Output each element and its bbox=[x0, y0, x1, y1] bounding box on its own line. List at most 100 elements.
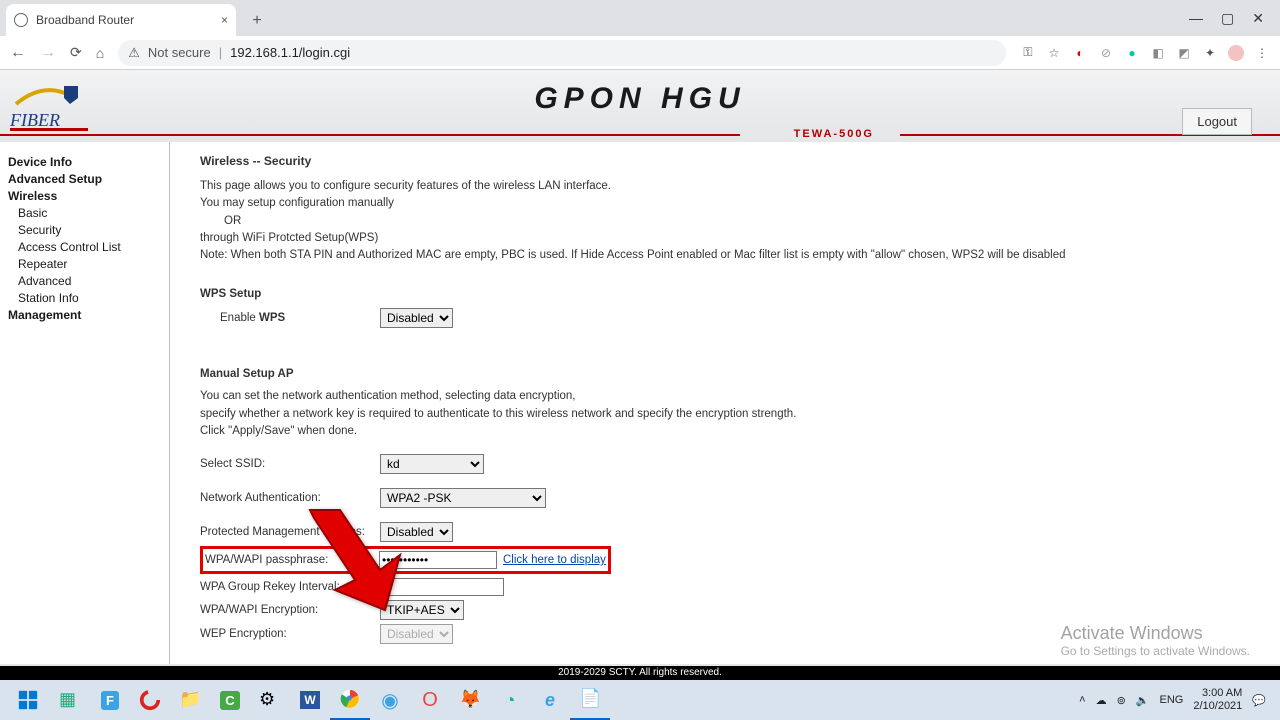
pmf-select[interactable]: Disabled bbox=[380, 522, 453, 542]
minimize-icon[interactable]: — bbox=[1189, 10, 1203, 26]
auth-label: Network Authentication: bbox=[200, 492, 380, 504]
taskbar-edge-icon[interactable]: ◔ bbox=[490, 680, 530, 720]
wpa-enc-label: WPA/WAPI Encryption: bbox=[200, 604, 380, 616]
tray-onedrive-icon[interactable]: ☁ bbox=[1096, 694, 1107, 707]
rekey-input[interactable] bbox=[380, 578, 504, 596]
taskbar-ccleaner-icon[interactable] bbox=[130, 680, 170, 720]
wep-label: WEP Encryption: bbox=[200, 628, 380, 640]
desc-line: This page allows you to configure securi… bbox=[200, 178, 1250, 195]
wpa-encryption-select[interactable]: TKIP+AES bbox=[380, 600, 464, 620]
sidebar-nav: Device Info Advanced Setup Wireless Basi… bbox=[0, 142, 170, 664]
tab-strip: Broadband Router × + — ▢ ✕ bbox=[0, 0, 1280, 36]
desc-line: Click "Apply/Save" when done. bbox=[200, 423, 1250, 440]
address-bar[interactable]: ⚠ Not secure | 192.168.1.1/login.cgi bbox=[118, 40, 1006, 66]
taskbar-notepad-icon[interactable]: 📄 bbox=[570, 680, 610, 720]
taskbar-chrome-icon[interactable] bbox=[330, 680, 370, 720]
wps-setup-heading: WPS Setup bbox=[200, 288, 1250, 300]
bookmark-star-icon[interactable]: ☆ bbox=[1046, 45, 1062, 61]
taskbar-clock[interactable]: 3:00 AM 2/10/2021 bbox=[1193, 687, 1242, 713]
taskbar-calculator-icon[interactable]: ▦ bbox=[50, 680, 90, 720]
new-tab-button[interactable]: + bbox=[248, 12, 266, 30]
pmf-label: Protected Management Frames: bbox=[200, 526, 380, 538]
page-header: FIBER GPON HGU TEWA-500G Logout bbox=[0, 70, 1280, 140]
desc-line: through WiFi Protcted Setup(WPS) bbox=[200, 230, 1250, 247]
taskbar-explorer-icon[interactable]: 📁 bbox=[170, 680, 210, 720]
tray-wifi-icon[interactable]: ⊚ bbox=[1117, 694, 1126, 707]
not-secure-icon: ⚠ bbox=[128, 45, 140, 61]
taskbar-camtasia-icon[interactable]: C bbox=[210, 680, 250, 720]
enable-wps-select[interactable]: Disabled bbox=[380, 308, 453, 328]
display-passphrase-link[interactable]: Click here to display bbox=[503, 554, 606, 566]
enable-wps-label: Enable WPS bbox=[200, 312, 380, 324]
not-secure-label: Not secure bbox=[148, 45, 211, 60]
sidebar-item-device-info[interactable]: Device Info bbox=[8, 155, 161, 169]
system-tray: ˄ ☁ ⊚ 🔈 ENG 3:00 AM 2/10/2021 💬 bbox=[1079, 687, 1274, 713]
close-tab-icon[interactable]: × bbox=[221, 13, 228, 27]
tray-notifications-icon[interactable]: 💬 bbox=[1252, 694, 1266, 707]
extension-icon-3[interactable]: ● bbox=[1124, 45, 1140, 61]
home-icon[interactable]: ⌂ bbox=[96, 45, 104, 61]
passphrase-input[interactable] bbox=[379, 551, 497, 569]
fiber-logo: FIBER bbox=[6, 74, 96, 134]
network-auth-select[interactable]: WPA2 -PSK bbox=[380, 488, 546, 508]
wep-encryption-select: Disabled bbox=[380, 624, 453, 644]
profile-avatar[interactable] bbox=[1228, 45, 1244, 61]
url-text: 192.168.1.1/login.cgi bbox=[230, 45, 350, 60]
tray-volume-icon[interactable]: 🔈 bbox=[1136, 694, 1150, 707]
desc-line: You may setup configuration manually bbox=[200, 195, 1250, 212]
desc-line: OR bbox=[200, 213, 1250, 230]
sidebar-item-advanced-setup[interactable]: Advanced Setup bbox=[8, 172, 161, 186]
clock-time: 3:00 AM bbox=[1193, 687, 1242, 700]
tab-title: Broadband Router bbox=[36, 13, 134, 27]
sidebar-item-repeater[interactable]: Repeater bbox=[18, 257, 161, 271]
back-icon[interactable]: ← bbox=[10, 44, 26, 62]
tray-language[interactable]: ENG bbox=[1160, 694, 1184, 706]
taskbar-word-icon[interactable]: W bbox=[290, 680, 330, 720]
router-page: FIBER GPON HGU TEWA-500G Logout Device I… bbox=[0, 70, 1280, 680]
maximize-icon[interactable]: ▢ bbox=[1221, 10, 1234, 27]
taskbar-firefox-icon[interactable]: 🦊 bbox=[450, 680, 490, 720]
sidebar-item-wireless[interactable]: Wireless bbox=[8, 189, 161, 203]
clock-date: 2/10/2021 bbox=[1193, 700, 1242, 713]
taskbar-opera-icon[interactable]: O bbox=[410, 680, 450, 720]
taskbar-ie-icon[interactable]: e bbox=[530, 680, 570, 720]
extension-icon-1[interactable]: ◐ bbox=[1072, 45, 1088, 61]
desc-line: You can set the network authentication m… bbox=[200, 388, 1250, 405]
forward-icon[interactable]: → bbox=[40, 44, 56, 62]
ssid-label: Select SSID: bbox=[200, 458, 380, 470]
logout-button[interactable]: Logout bbox=[1182, 108, 1252, 135]
browser-toolbar: ← → ⟳ ⌂ ⚠ Not secure | 192.168.1.1/login… bbox=[0, 36, 1280, 70]
sidebar-item-security[interactable]: Security bbox=[18, 223, 161, 237]
taskbar-app-icon[interactable]: F bbox=[90, 680, 130, 720]
browser-tab[interactable]: Broadband Router × bbox=[6, 4, 236, 36]
ssid-select[interactable]: kd bbox=[380, 454, 484, 474]
taskbar-app-icon-2[interactable]: ◉ bbox=[370, 680, 410, 720]
page-title: Wireless -- Security bbox=[200, 154, 1250, 168]
windows-taskbar: ▦ F 📁 C ⚙ W ◉ O 🦊 ◔ e 📄 ˄ ☁ ⊚ 🔈 ENG 3:00… bbox=[0, 680, 1280, 720]
extension-icon-2[interactable]: ⊘ bbox=[1098, 45, 1114, 61]
extension-icon-4[interactable]: ◧ bbox=[1150, 45, 1166, 61]
reload-icon[interactable]: ⟳ bbox=[70, 44, 82, 61]
sidebar-item-acl[interactable]: Access Control List bbox=[18, 240, 161, 254]
svg-text:FIBER: FIBER bbox=[9, 110, 60, 130]
taskbar-obs-icon[interactable]: ⚙ bbox=[250, 680, 290, 720]
passphrase-highlight: WPA/WAPI passphrase: Click here to displ… bbox=[200, 546, 611, 574]
sidebar-item-advanced[interactable]: Advanced bbox=[18, 274, 161, 288]
rekey-label: WPA Group Rekey Interval: bbox=[200, 581, 380, 593]
extensions-puzzle-icon[interactable]: ✦ bbox=[1202, 45, 1218, 61]
tray-chevron-icon[interactable]: ˄ bbox=[1079, 694, 1085, 706]
start-button[interactable] bbox=[6, 680, 50, 720]
menu-icon[interactable]: ⋮ bbox=[1254, 45, 1270, 61]
sidebar-item-management[interactable]: Management bbox=[8, 308, 161, 322]
main-panel: Wireless -- Security This page allows yo… bbox=[170, 142, 1280, 664]
manual-description: You can set the network authentication m… bbox=[200, 388, 1250, 440]
key-icon[interactable]: ⚿ bbox=[1020, 45, 1036, 61]
close-window-icon[interactable]: ✕ bbox=[1252, 10, 1264, 27]
model-number: TEWA-500G bbox=[788, 128, 880, 140]
page-footer: 2019-2029 SCTY. All rights reserved. bbox=[0, 666, 1280, 680]
extension-icon-5[interactable]: ◩ bbox=[1176, 45, 1192, 61]
manual-setup-heading: Manual Setup AP bbox=[200, 368, 1250, 380]
desc-line: Note: When both STA PIN and Authorized M… bbox=[200, 247, 1250, 264]
sidebar-item-basic[interactable]: Basic bbox=[18, 206, 161, 220]
sidebar-item-station-info[interactable]: Station Info bbox=[18, 291, 161, 305]
